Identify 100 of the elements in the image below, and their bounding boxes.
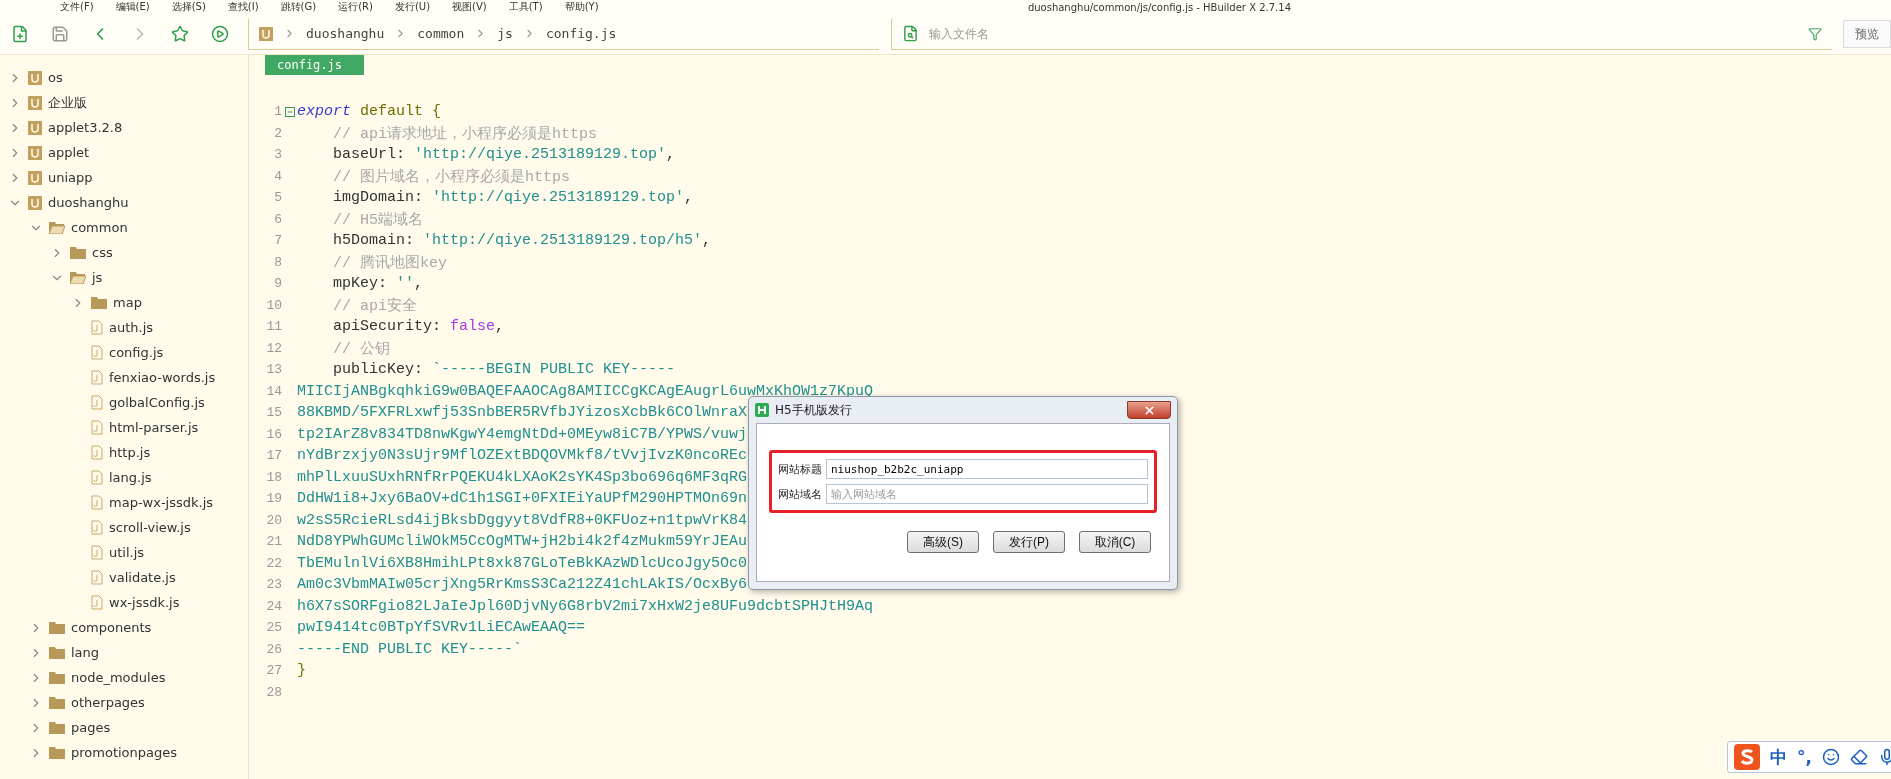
ime-punctuation[interactable]: °, xyxy=(1797,747,1812,767)
tree-item[interactable]: components xyxy=(0,615,248,640)
tree-item[interactable]: pages xyxy=(0,715,248,740)
text-field[interactable]: 输入网站域名 xyxy=(826,484,1148,504)
tree-item[interactable]: node_modules xyxy=(0,665,248,690)
menu-item[interactable]: 运行(R) xyxy=(338,1,373,13)
line-number: 7 xyxy=(273,233,282,249)
tree-item-label: lang.js xyxy=(109,470,152,485)
tree-item-label: applet3.2.8 xyxy=(48,120,123,135)
menu-item[interactable]: 工具(T) xyxy=(508,1,543,13)
ime-mode[interactable]: 中 xyxy=(1770,745,1787,769)
code-line: // api请求地址，小程序必须是https xyxy=(332,124,598,143)
tree-item[interactable]: scroll-view.js xyxy=(0,515,248,540)
code-line: // 公钥 xyxy=(332,339,390,358)
new-file-icon[interactable] xyxy=(11,25,29,43)
line-number: 8 xyxy=(273,254,282,270)
tree-item[interactable]: fenxiao-words.js xyxy=(0,365,248,390)
save-icon[interactable] xyxy=(51,25,69,43)
tree-item[interactable]: config.js xyxy=(0,340,248,365)
tree-item-label: css xyxy=(92,245,113,260)
tree-item[interactable]: validate.js xyxy=(0,565,248,590)
tree-item[interactable]: uniapp xyxy=(0,165,248,190)
fold-icon[interactable] xyxy=(284,106,295,117)
dialog-button[interactable]: 发行(P) xyxy=(993,531,1065,553)
menu-item[interactable]: 编辑(E) xyxy=(115,1,150,13)
tree-item[interactable]: lang.js xyxy=(0,465,248,490)
close-button[interactable] xyxy=(1127,401,1171,419)
menu-item[interactable]: 视图(V) xyxy=(452,1,487,13)
tree-item[interactable]: common xyxy=(0,215,248,240)
tree-item-label: wx-jssdk.js xyxy=(109,595,180,610)
tree-item[interactable]: html-parser.js xyxy=(0,415,248,440)
breadcrumb-item[interactable]: config.js xyxy=(545,26,617,41)
filter-icon[interactable] xyxy=(1808,26,1822,41)
tree-item[interactable]: http.js xyxy=(0,440,248,465)
file-icon xyxy=(91,320,103,335)
breadcrumb-item[interactable]: js xyxy=(497,26,513,41)
close-icon xyxy=(1142,403,1156,417)
dialog-button[interactable]: 高级(S) xyxy=(907,531,979,553)
code-line: 88KBMD/5FXFRLxwfj53SnbBER5RVfbJYizosXcbBk6COlWnraX xyxy=(297,404,748,422)
open-folder-icon xyxy=(49,221,65,234)
run-icon[interactable] xyxy=(211,25,229,43)
tree-item-label: validate.js xyxy=(109,570,176,585)
star-icon[interactable] xyxy=(171,25,189,43)
tree-item[interactable]: promotionpages xyxy=(0,740,248,765)
menu-item[interactable]: 查找(I) xyxy=(227,1,259,13)
tree-item[interactable]: lang xyxy=(0,640,248,665)
menu-item[interactable]: 帮助(Y) xyxy=(564,1,599,13)
line-number: 14 xyxy=(265,383,282,399)
line-number: 11 xyxy=(265,319,282,335)
tree-item-label: fenxiao-words.js xyxy=(109,370,216,385)
text-field[interactable]: niushop_b2b2c_uniapp xyxy=(826,459,1148,479)
smiley-icon[interactable] xyxy=(1821,748,1840,766)
tree-item[interactable]: applet3.2.8 xyxy=(0,115,248,140)
tree-item-label: http.js xyxy=(109,445,151,460)
tree-item-label: os xyxy=(48,70,63,85)
line-number: 27 xyxy=(265,663,282,679)
code-line: h5Domain: 'http://qiye.2513189129.top/h5', xyxy=(332,232,712,250)
tree-item[interactable]: util.js xyxy=(0,540,248,565)
file-search-field[interactable]: 输入文件名 xyxy=(927,25,1800,42)
line-number: 23 xyxy=(265,577,282,593)
line-number: 3 xyxy=(273,147,282,163)
tree-item[interactable]: map-wx-jssdk.js xyxy=(0,490,248,515)
menu-item[interactable]: 发行(U) xyxy=(394,1,431,13)
tree-item[interactable]: otherpages xyxy=(0,690,248,715)
code-line: mpKey: '', xyxy=(332,275,424,293)
tree-item-label: js xyxy=(92,270,103,285)
dialog-button[interactable]: 取消(C) xyxy=(1079,531,1151,553)
folder-icon xyxy=(49,696,65,709)
tree-item[interactable]: golbalConfig.js xyxy=(0,390,248,415)
tree-item[interactable]: 企业版 xyxy=(0,90,248,115)
line-number: 9 xyxy=(273,276,282,292)
menu-item[interactable]: 选择(S) xyxy=(171,1,206,13)
menu-item[interactable]: 跳转(G) xyxy=(280,1,317,13)
eraser-icon[interactable] xyxy=(1849,748,1868,766)
menu-item[interactable]: 文件(F) xyxy=(60,1,94,13)
file-icon xyxy=(91,420,103,435)
tree-item[interactable]: os xyxy=(0,65,248,90)
line-number: 2 xyxy=(273,125,282,141)
tree-item-label: auth.js xyxy=(109,320,154,335)
tree-item-label: map xyxy=(113,295,142,310)
tree-item[interactable]: applet xyxy=(0,140,248,165)
folder-icon xyxy=(70,246,86,259)
file-icon xyxy=(91,595,103,610)
code-line: DdHW1i8+Jxy6BaOV+dC1h1SGI+0FXIEiYaUPfM290HPTMOn69n xyxy=(297,490,748,508)
line-number: 15 xyxy=(265,405,282,421)
open-folder-icon xyxy=(70,271,86,284)
ime-logo-icon[interactable] xyxy=(1734,744,1760,770)
tree-item[interactable]: css xyxy=(0,240,248,265)
tree-item[interactable]: js xyxy=(0,265,248,290)
line-number: 10 xyxy=(265,297,282,313)
tree-item[interactable]: wx-jssdk.js xyxy=(0,590,248,615)
code-line: -----END PUBLIC KEY-----` xyxy=(297,640,523,658)
breadcrumb-item[interactable]: duoshanghu xyxy=(306,26,385,41)
tree-item[interactable]: auth.js xyxy=(0,315,248,340)
code-line: baseUrl: 'http://qiye.2513189129.top', xyxy=(332,146,676,164)
code-line: NdD8YPWhGUMcliWOkM5CcOgMTW+jH2bi4k2f4zMukm59YrJEAu xyxy=(297,533,748,551)
preview-button[interactable]: 预览 xyxy=(1843,20,1891,48)
tree-item[interactable]: duoshanghu xyxy=(0,190,248,215)
breadcrumb-item[interactable]: common xyxy=(417,26,465,41)
tree-item[interactable]: map xyxy=(0,290,248,315)
